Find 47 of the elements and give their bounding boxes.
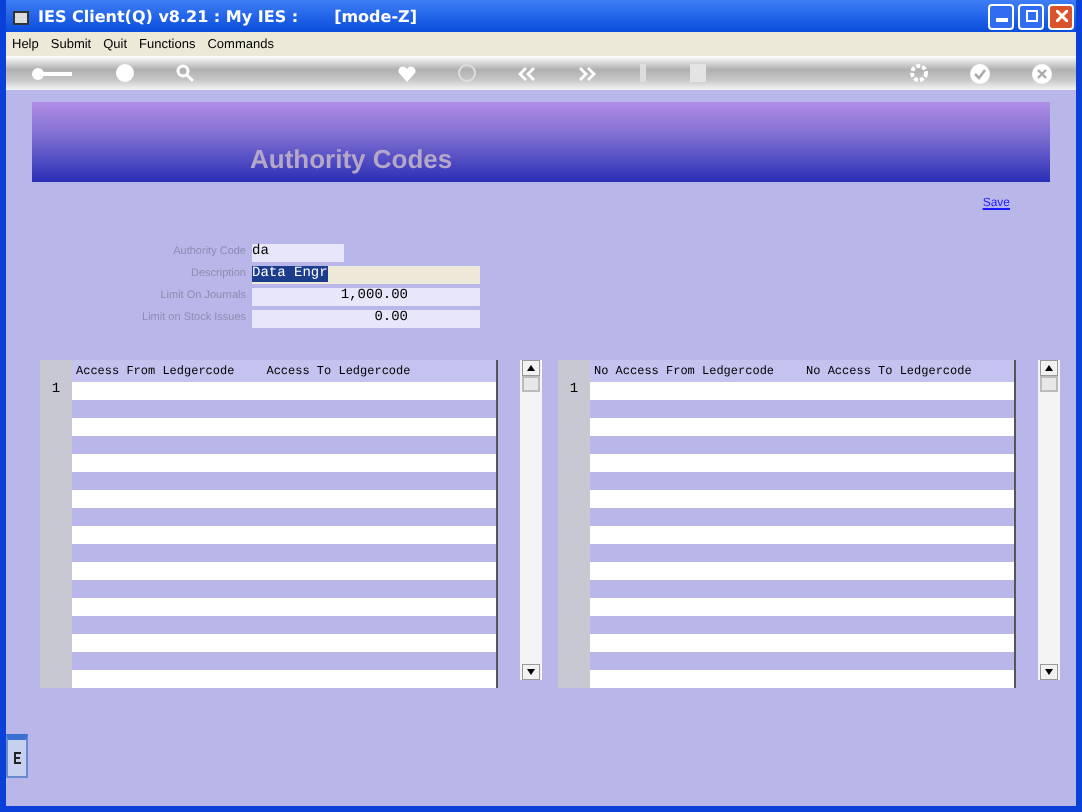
page-title: Authority Codes bbox=[250, 144, 453, 174]
minimized-window-icon[interactable] bbox=[6, 734, 28, 778]
table-row[interactable] bbox=[590, 526, 1014, 544]
table-row[interactable] bbox=[590, 670, 1014, 688]
table-row[interactable] bbox=[72, 382, 496, 400]
table-row[interactable] bbox=[72, 634, 496, 652]
bar-icon[interactable] bbox=[638, 64, 648, 82]
table-row[interactable] bbox=[590, 598, 1014, 616]
heart-icon[interactable] bbox=[398, 65, 416, 81]
table-row[interactable] bbox=[590, 490, 1014, 508]
table-row[interactable] bbox=[590, 418, 1014, 436]
scroll-up-icon[interactable] bbox=[522, 360, 540, 376]
scroll-up-icon[interactable] bbox=[1040, 360, 1058, 376]
search-icon[interactable] bbox=[176, 64, 194, 82]
maximize-button[interactable] bbox=[1018, 3, 1044, 29]
window-title: IES Client(Q) v8.21 : My IES : bbox=[38, 7, 299, 25]
table-row[interactable] bbox=[590, 454, 1014, 472]
table-row[interactable] bbox=[72, 526, 496, 544]
scroll-down-icon[interactable] bbox=[1040, 664, 1058, 680]
square-icon[interactable] bbox=[690, 64, 706, 82]
table-row[interactable] bbox=[72, 490, 496, 508]
table-row[interactable] bbox=[72, 598, 496, 616]
table-row[interactable] bbox=[72, 562, 496, 580]
table-row[interactable] bbox=[590, 562, 1014, 580]
gear-icon[interactable] bbox=[910, 64, 928, 82]
table-row[interactable] bbox=[72, 670, 496, 688]
window-mode: [mode-Z] bbox=[334, 7, 417, 25]
key-icon[interactable] bbox=[30, 65, 74, 81]
minimize-button[interactable] bbox=[988, 3, 1014, 29]
app-icon bbox=[12, 7, 30, 25]
circle-icon[interactable] bbox=[458, 64, 476, 82]
scrollbar[interactable] bbox=[520, 360, 542, 680]
table-row[interactable] bbox=[72, 418, 496, 436]
double-left-chevron-icon[interactable] bbox=[518, 65, 536, 81]
double-right-chevron-icon[interactable] bbox=[578, 65, 596, 81]
scroll-thumb[interactable] bbox=[1040, 376, 1058, 392]
scroll-thumb[interactable] bbox=[522, 376, 540, 392]
scrollbar[interactable] bbox=[1038, 360, 1060, 680]
close-icon[interactable] bbox=[1032, 63, 1052, 83]
check-icon[interactable] bbox=[970, 63, 990, 83]
table-row[interactable] bbox=[590, 634, 1014, 652]
scroll-down-icon[interactable] bbox=[522, 664, 540, 680]
maximize-icon bbox=[1025, 10, 1037, 22]
table-row[interactable] bbox=[72, 454, 496, 472]
table-row[interactable] bbox=[590, 382, 1014, 400]
close-button[interactable] bbox=[1048, 3, 1074, 29]
close-icon bbox=[1055, 10, 1067, 22]
